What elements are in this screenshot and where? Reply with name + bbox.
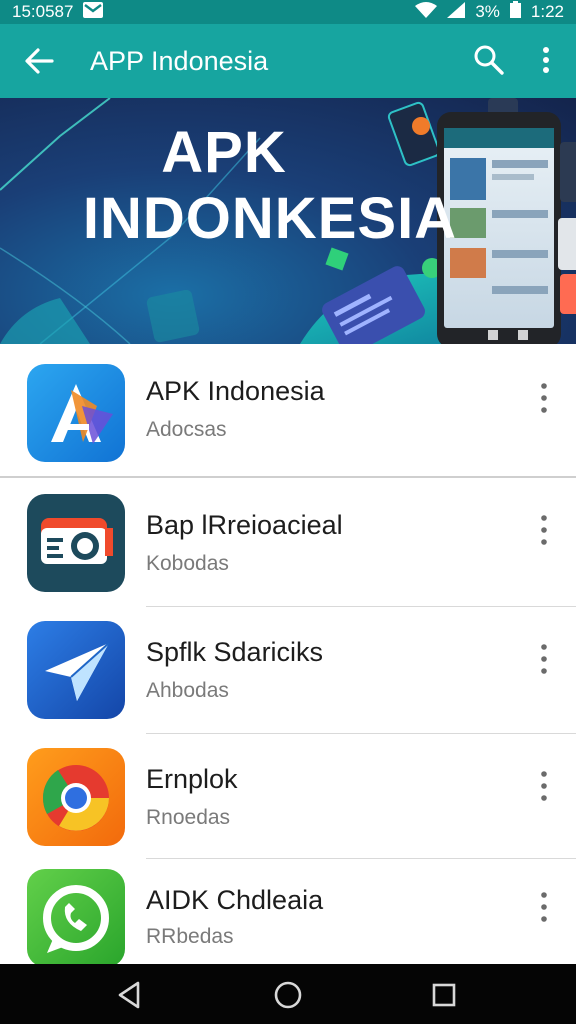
app-subtitle: Adocsas [146, 418, 227, 441]
app-name: APK Indonesia [146, 376, 325, 406]
more-vert-icon[interactable] [530, 887, 558, 927]
app-bar: APP Indonesia [0, 24, 576, 98]
camera-app-icon [27, 494, 125, 592]
list-item[interactable]: APK Indonesia Adocsas [0, 344, 576, 476]
app-name: Spflk Sdariciks [146, 637, 324, 667]
signal-icon [447, 1, 466, 23]
status-bar: 15:0587 3% 1:22 [0, 0, 576, 24]
banner-title-line1: APK [161, 120, 287, 185]
app-subtitle: Kobodas [146, 552, 229, 575]
app-subtitle: RRbedas [146, 925, 234, 948]
search-icon[interactable] [472, 43, 506, 77]
banner-title-line2: INDONKESIA [82, 186, 458, 251]
chrome-app-icon [27, 748, 125, 846]
banner-title: APK INDONKESIA [0, 120, 576, 252]
recents-nav-icon[interactable] [426, 977, 462, 1013]
wifi-icon [415, 1, 438, 23]
battery-icon [509, 1, 521, 23]
page-title: APP Indonesia [90, 46, 269, 76]
battery-percent: 3% [475, 2, 500, 21]
list-item[interactable]: Ernplok Rnoedas [0, 734, 576, 858]
home-nav-icon[interactable] [270, 977, 306, 1013]
more-vert-icon[interactable] [530, 510, 558, 550]
status-time-left: 15:0587 [12, 2, 74, 21]
whatsapp-app-icon [27, 869, 125, 967]
divider [0, 476, 576, 478]
apk-indonesia-app-icon [27, 364, 125, 462]
app-subtitle: Rnoedas [146, 806, 231, 829]
app-subtitle: Ahbodas [146, 679, 229, 702]
hero-banner[interactable]: APK INDONKESIA [0, 98, 576, 344]
app-name: AIDK Chdleaia [146, 885, 324, 915]
list-item[interactable]: Bap lRreioacieal Kobodas [0, 480, 576, 606]
paper-plane-app-icon [27, 621, 125, 719]
more-vert-icon[interactable] [530, 766, 558, 806]
more-vert-icon[interactable] [530, 639, 558, 679]
app-name: Bap lRreioacieal [146, 510, 343, 540]
gmail-icon [83, 1, 104, 23]
app-name: Ernplok [146, 764, 238, 794]
list-item[interactable]: AIDK Chdleaia RRbedas [0, 859, 576, 967]
system-nav-bar [0, 964, 576, 1024]
status-time-right: 1:22 [530, 2, 564, 21]
more-vert-icon[interactable] [532, 43, 560, 77]
more-vert-icon[interactable] [530, 378, 558, 418]
back-arrow-icon[interactable] [22, 44, 56, 78]
list-item[interactable]: Spflk Sdariciks Ahbodas [0, 607, 576, 733]
back-nav-icon[interactable] [112, 977, 148, 1013]
